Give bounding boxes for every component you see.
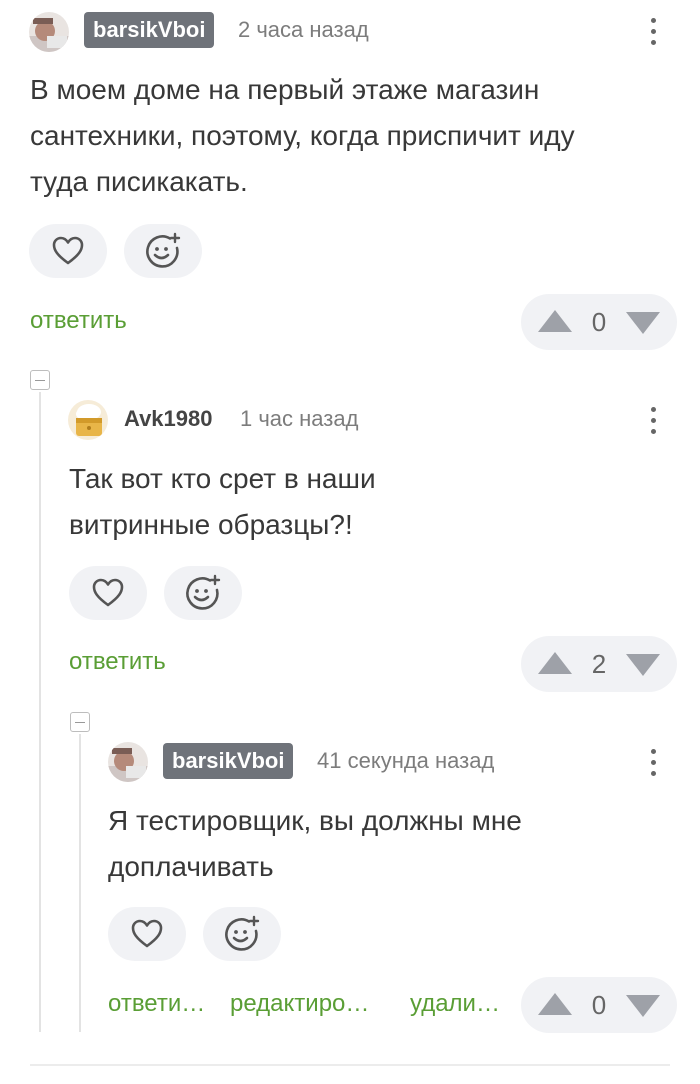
- collapse-thread-button[interactable]: [70, 712, 90, 732]
- kebab-icon[interactable]: [638, 11, 668, 51]
- comment-text-line: туда писикакать.: [30, 166, 248, 197]
- react-button[interactable]: [124, 224, 202, 278]
- edit-link[interactable]: редактиро…: [230, 990, 369, 1018]
- avatar[interactable]: [108, 742, 148, 782]
- comment-text: Так вот кто срет в наши витринные образц…: [69, 456, 669, 548]
- comment-text-line: Так вот кто срет в наши: [69, 463, 376, 494]
- heart-icon: [92, 578, 124, 607]
- comment-time: 41 секунда назад: [317, 748, 495, 773]
- author-name[interactable]: Avk1980: [124, 401, 212, 437]
- comment-text-line: доплачивать: [108, 851, 274, 882]
- react-button[interactable]: [203, 907, 281, 961]
- collapse-thread-button[interactable]: [30, 370, 50, 390]
- downvote-icon[interactable]: [626, 312, 660, 334]
- thread-line[interactable]: [79, 734, 81, 1032]
- delete-link[interactable]: удали…: [410, 990, 500, 1018]
- vote-widget: 0: [521, 977, 677, 1033]
- kebab-icon[interactable]: [638, 400, 668, 440]
- avatar[interactable]: [68, 400, 108, 440]
- comment-text-line: В моем доме на первый этаже магазин: [30, 74, 540, 105]
- like-button[interactable]: [29, 224, 107, 278]
- like-button[interactable]: [69, 566, 147, 620]
- smiley-plus-icon: [225, 915, 260, 951]
- downvote-icon[interactable]: [626, 995, 660, 1017]
- kebab-icon[interactable]: [638, 742, 668, 782]
- smiley-plus-icon: [186, 574, 221, 610]
- author-name[interactable]: barsikVboi: [163, 743, 294, 779]
- smiley-plus-icon: [146, 232, 181, 268]
- avatar[interactable]: [29, 12, 69, 52]
- vote-widget: 0: [521, 294, 677, 350]
- like-button[interactable]: [108, 907, 186, 961]
- comment-time: 2 часа назад: [238, 17, 369, 42]
- comment-text: В моем доме на первый этаже магазин сант…: [30, 67, 670, 205]
- heart-icon: [52, 236, 84, 265]
- downvote-icon[interactable]: [626, 654, 660, 676]
- comment-text-line: витринные образцы?!: [69, 509, 353, 540]
- vote-widget: 2: [521, 636, 677, 692]
- reply-link[interactable]: ответить: [69, 648, 166, 676]
- heart-icon: [131, 919, 163, 948]
- reply-link[interactable]: ответи…: [108, 990, 205, 1018]
- comment-time: 1 час назад: [240, 406, 359, 431]
- comment-text-line: сантехники, поэтому, когда приспичит иду: [30, 120, 575, 151]
- reply-link[interactable]: ответить: [30, 307, 127, 335]
- react-button[interactable]: [164, 566, 242, 620]
- comment-text-line: Я тестировщик, вы должны мне: [108, 805, 522, 836]
- divider: [30, 1064, 670, 1066]
- author-name[interactable]: barsikVboi: [84, 12, 215, 48]
- thread-line[interactable]: [39, 392, 41, 1032]
- comment-text: Я тестировщик, вы должны мне доплачивать: [108, 798, 668, 890]
